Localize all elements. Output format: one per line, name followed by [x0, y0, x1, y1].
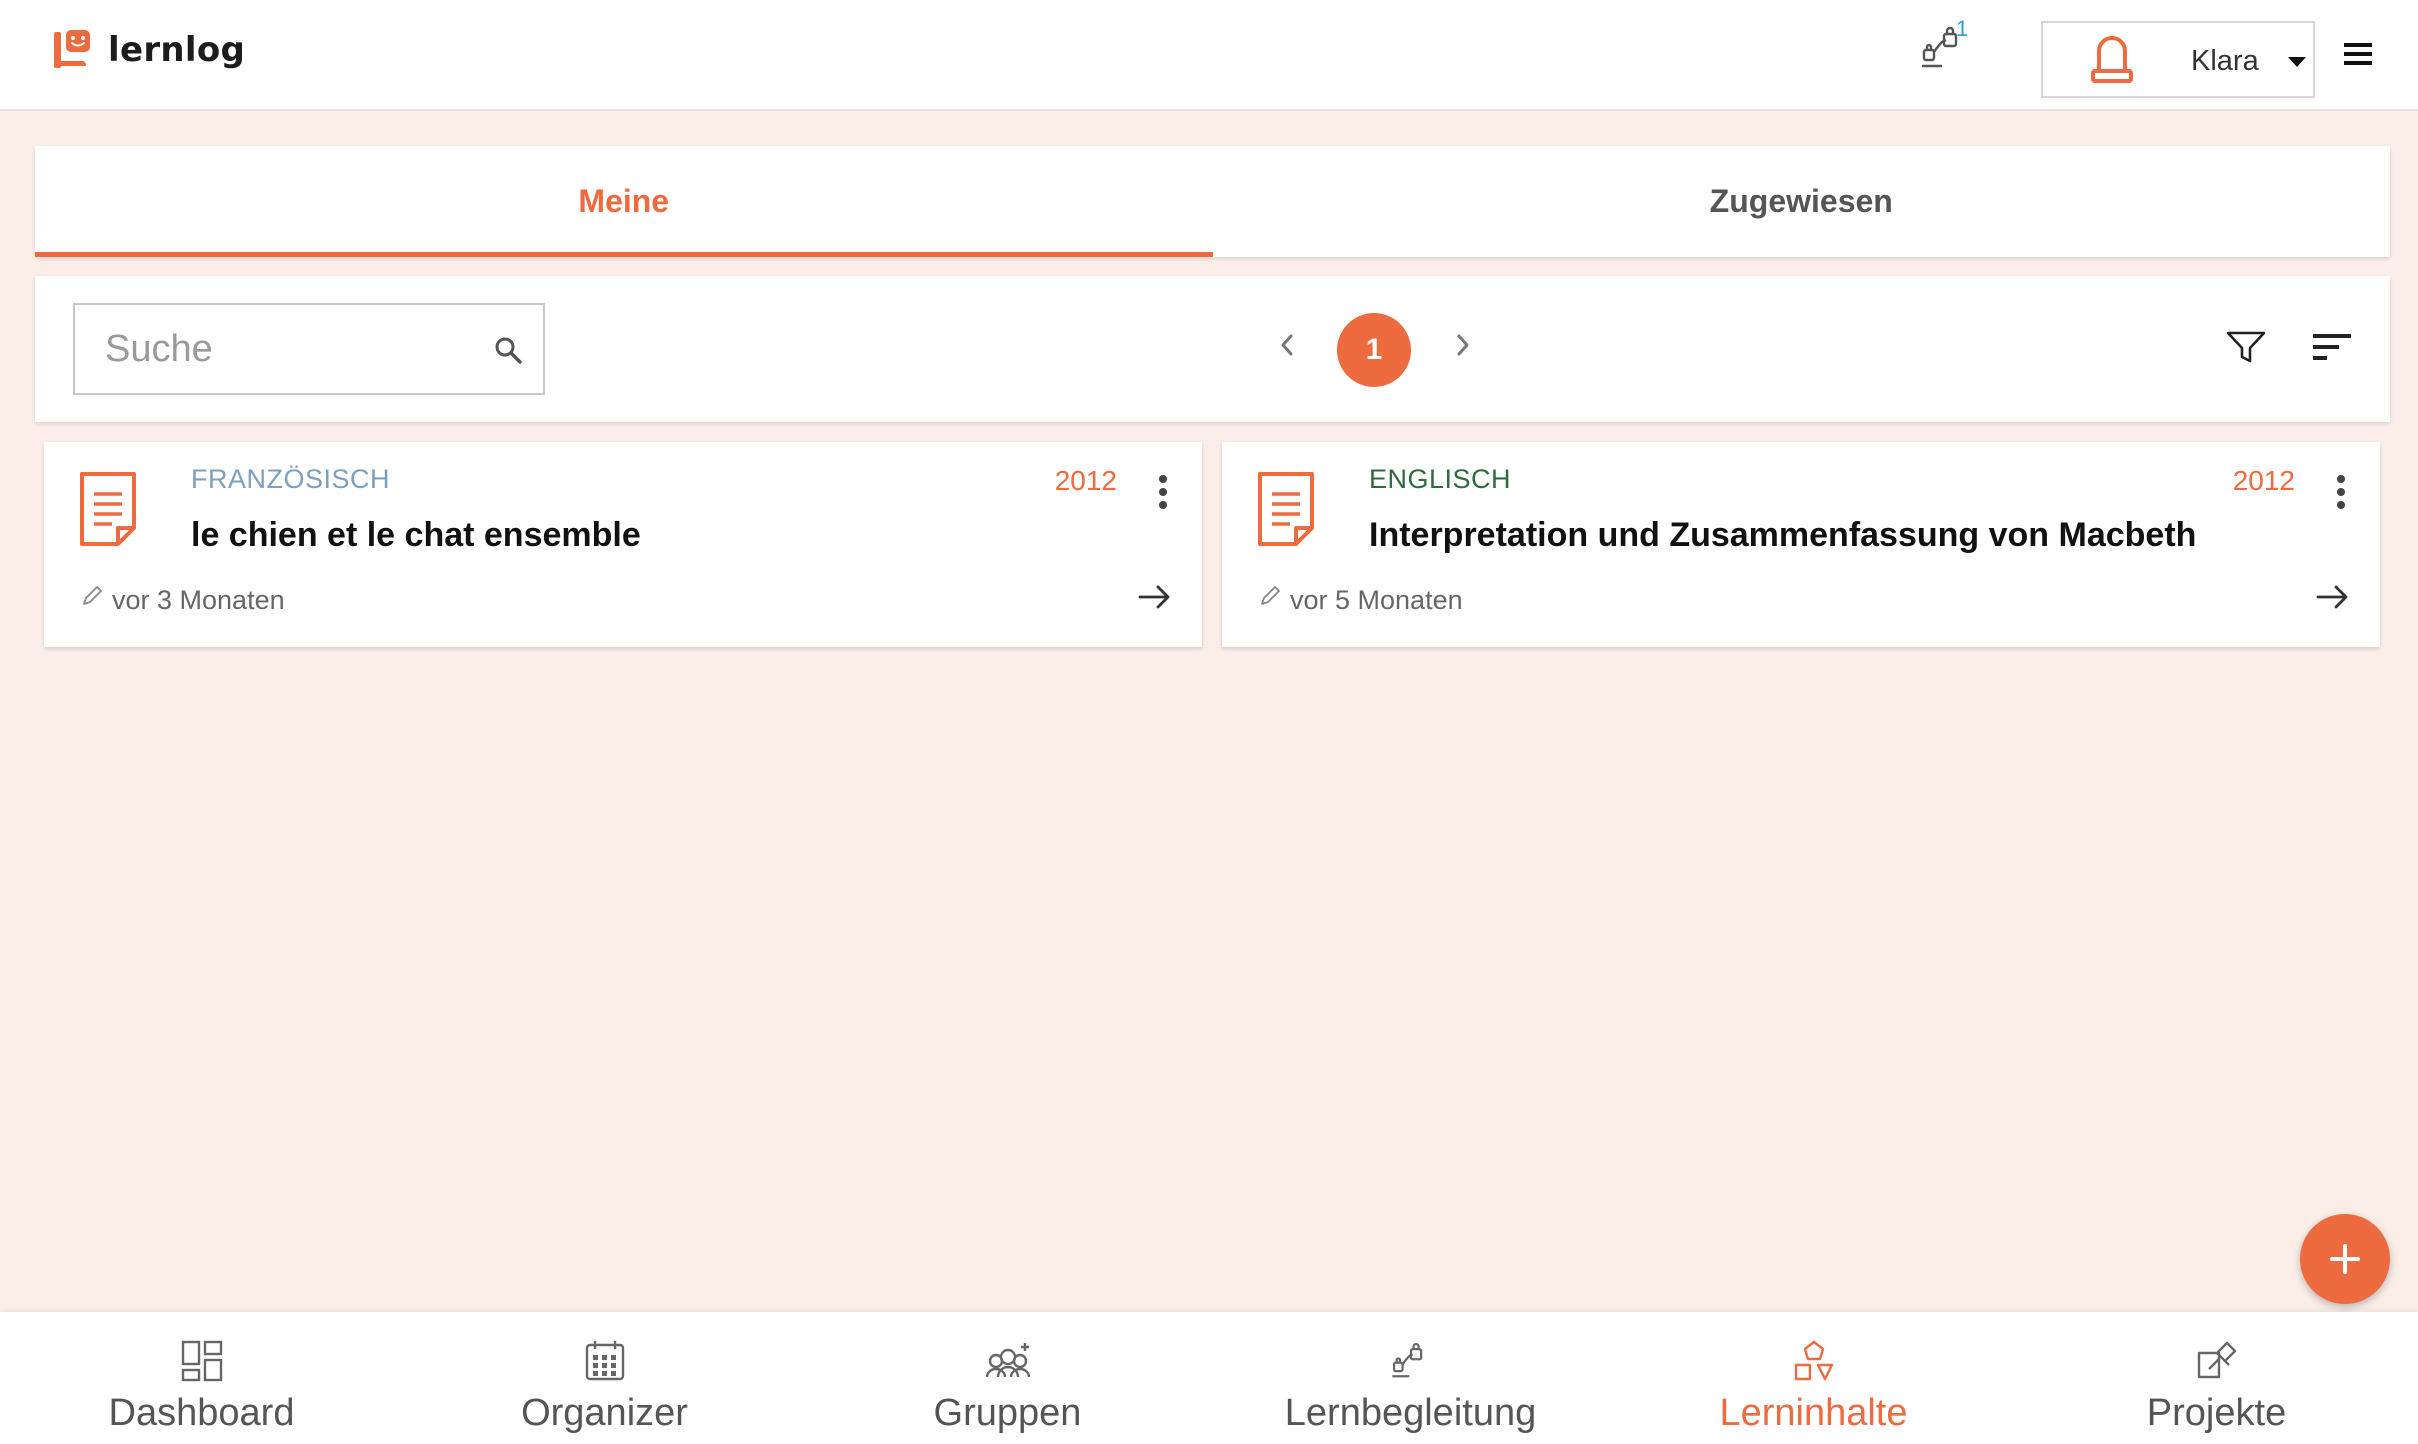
card-year: 2012: [1054, 465, 1117, 496]
nav-item-lerninhalte[interactable]: Lerninhalte: [1612, 1312, 2015, 1444]
card-title[interactable]: Interpretation und Zusammenfassung von M…: [1369, 516, 2196, 555]
chevron-right-icon[interactable]: [1453, 330, 1473, 360]
arrow-right-icon[interactable]: [1138, 584, 1172, 610]
learning-content-card[interactable]: ENGLISCH 2012 Interpretation und Zusamme…: [1222, 442, 2380, 647]
user-name: Klara: [2191, 45, 2259, 77]
notification-button[interactable]: [1918, 22, 1978, 82]
nav-label-projekte: Projekte: [2146, 1392, 2287, 1434]
app-logo[interactable]: lernlog: [52, 28, 245, 72]
nav-item-lernbegleitung[interactable]: Lernbegleitung: [1209, 1312, 1612, 1444]
calendar-icon: [585, 1341, 624, 1381]
nav-label-gruppen: Gruppen: [933, 1392, 1082, 1434]
avatar-icon: [2091, 36, 2133, 83]
hamburger-menu-icon[interactable]: [2342, 40, 2374, 68]
card-updated-time: vor 5 Monaten: [1290, 585, 1463, 615]
list-toolbar: 1: [35, 276, 2390, 422]
tab-meine[interactable]: Meine: [35, 146, 1213, 257]
nav-item-gruppen[interactable]: Gruppen: [806, 1312, 1209, 1444]
filter-icon[interactable]: [2225, 329, 2267, 365]
document-icon: [1258, 472, 1314, 546]
app-name: lernlog: [108, 30, 246, 70]
search-box: [73, 303, 545, 395]
nav-label-lerninhalte: Lerninhalte: [1719, 1392, 1908, 1434]
bottom-navigation: Dashboard Organizer Gruppen Lernbegleitu…: [0, 1312, 2418, 1444]
plus-icon: [2330, 1244, 2360, 1274]
nav-item-organizer[interactable]: Organizer: [403, 1312, 806, 1444]
tab-zugewiesen[interactable]: Zugewiesen: [1213, 146, 2391, 257]
lernlog-logo-icon: [54, 30, 90, 68]
card-subject: ENGLISCH: [1369, 464, 1512, 494]
sort-icon[interactable]: [2311, 330, 2353, 364]
user-menu-dropdown[interactable]: Klara: [2041, 21, 2315, 98]
nav-item-dashboard[interactable]: Dashboard: [0, 1312, 403, 1444]
dashboard-icon: [181, 1340, 222, 1382]
learning-content-card[interactable]: FRANZÖSISCH 2012 le chien et le chat ens…: [44, 442, 1202, 647]
chevron-left-icon[interactable]: [1277, 330, 1297, 360]
nav-label-organizer: Organizer: [521, 1392, 688, 1434]
card-title[interactable]: le chien et le chat ensemble: [191, 516, 641, 555]
more-vertical-icon[interactable]: [1158, 474, 1168, 510]
arrow-right-icon[interactable]: [2316, 584, 2350, 610]
card-subject: FRANZÖSISCH: [191, 464, 391, 494]
content-tabs: Meine Zugewiesen: [35, 146, 2390, 257]
notification-count: 1: [1956, 16, 1969, 41]
more-vertical-icon[interactable]: [2336, 474, 2346, 510]
nav-item-projekte[interactable]: Projekte: [2015, 1312, 2418, 1444]
shapes-icon: [1794, 1340, 1833, 1381]
card-updated-time: vor 3 Monaten: [112, 585, 285, 615]
card-year: 2012: [2232, 465, 2295, 496]
current-page-button[interactable]: 1: [1337, 313, 1411, 387]
mentoring-icon: [1391, 1343, 1422, 1378]
groups-icon: [985, 1343, 1030, 1378]
nav-label-dashboard: Dashboard: [108, 1392, 295, 1434]
search-input[interactable]: [75, 305, 455, 393]
pencil-icon: [83, 586, 102, 605]
projects-icon: [2197, 1341, 2236, 1379]
search-icon[interactable]: [493, 335, 523, 365]
nav-label-lernbegleitung: Lernbegleitung: [1284, 1392, 1537, 1434]
document-icon: [80, 472, 136, 546]
pencil-icon: [1261, 586, 1280, 605]
top-bar: lernlog 1 Klara: [0, 0, 2418, 111]
add-content-button[interactable]: [2300, 1214, 2390, 1304]
caret-down-icon: [2288, 57, 2306, 67]
